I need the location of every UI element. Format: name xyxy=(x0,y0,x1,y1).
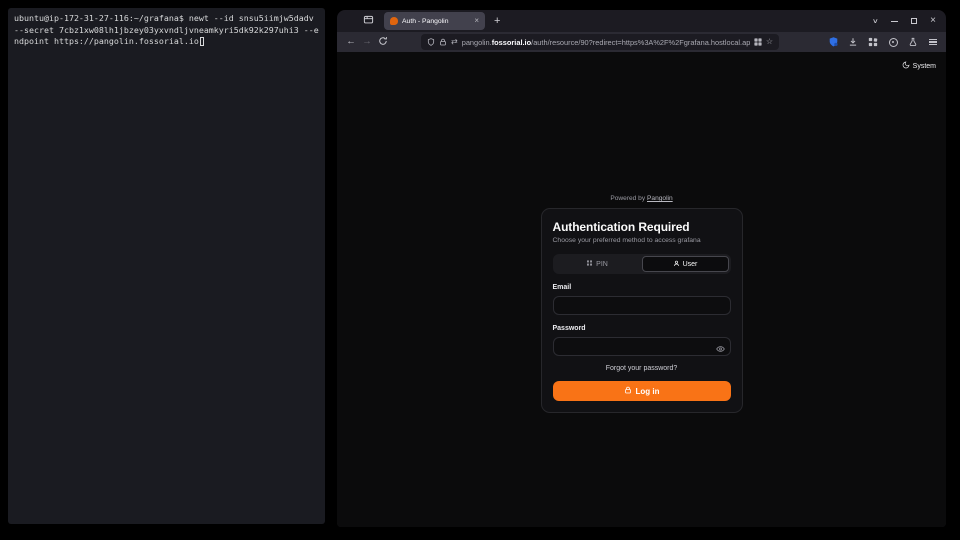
list-tabs-chevron-icon[interactable]: ∨ xyxy=(872,17,879,25)
tab-close-icon[interactable]: × xyxy=(474,17,479,25)
email-field[interactable] xyxy=(553,296,731,315)
bookmark-star-icon[interactable]: ☆ xyxy=(766,38,773,46)
lock-icon[interactable] xyxy=(439,38,447,46)
auth-card: Authentication Required Choose your pref… xyxy=(541,208,743,413)
moon-icon xyxy=(902,61,910,71)
terminal-line: --secret 7cbz1xw08lh1jbzey03yxvndljvneam… xyxy=(14,25,319,37)
keypad-icon xyxy=(586,260,593,269)
powered-by: Powered by Pangolin xyxy=(610,195,672,202)
terminal-line: ndpoint https://pangolin.fossorial.io xyxy=(14,36,319,48)
terminal-window[interactable]: ubuntu@ip-172-31-27-116:~/grafana$ newt … xyxy=(8,8,325,524)
menu-hamburger-icon[interactable] xyxy=(927,35,939,49)
downloads-icon[interactable] xyxy=(847,35,859,49)
terminal-line: ubuntu@ip-172-31-27-116:~/grafana$ newt … xyxy=(14,13,319,25)
browser-toolbar: ← → ⇄ pangolin.fossorial.io/auth/resourc… xyxy=(337,32,946,52)
firefox-view-button[interactable] xyxy=(359,13,377,29)
url-bar[interactable]: ⇄ pangolin.fossorial.io/auth/resource/90… xyxy=(421,34,779,50)
eye-icon xyxy=(716,341,725,356)
extensions-icon[interactable] xyxy=(867,35,879,49)
theme-toggle[interactable]: System xyxy=(902,61,936,71)
show-password-button[interactable] xyxy=(716,341,725,356)
auth-method-tabs: PIN User xyxy=(553,254,731,274)
page-content: System Powered by Pangolin Authenticatio… xyxy=(337,52,946,527)
containers-grid-icon[interactable] xyxy=(754,38,762,46)
tab-user[interactable]: User xyxy=(642,256,729,272)
pangolin-link[interactable]: Pangolin xyxy=(647,195,673,202)
flask-extension-icon[interactable] xyxy=(907,35,919,49)
theme-toggle-label: System xyxy=(913,63,936,70)
toolbar-extensions xyxy=(827,35,942,49)
terminal-cursor xyxy=(200,37,205,46)
firefox-view-icon xyxy=(363,12,374,30)
minimize-button[interactable] xyxy=(891,21,898,22)
tab-title: Auth - Pangolin xyxy=(402,18,470,25)
pangolin-favicon xyxy=(390,17,398,25)
user-icon xyxy=(673,260,680,269)
tab-bar: Auth - Pangolin × + ∨ × xyxy=(337,10,946,32)
maximize-button[interactable] xyxy=(911,18,917,24)
email-label: Email xyxy=(553,284,731,291)
back-button[interactable]: ← xyxy=(343,37,359,47)
browser-tab[interactable]: Auth - Pangolin × xyxy=(384,12,485,30)
window-controls: ∨ × xyxy=(873,16,941,26)
bitwarden-extension-icon[interactable] xyxy=(827,35,839,49)
window-close-button[interactable]: × xyxy=(930,16,936,26)
reload-button[interactable] xyxy=(375,36,391,49)
card-subtitle: Choose your preferred method to access g… xyxy=(553,237,731,244)
login-lock-icon xyxy=(624,386,632,396)
desktop: ubuntu@ip-172-31-27-116:~/grafana$ newt … xyxy=(0,0,960,540)
password-field[interactable] xyxy=(553,337,731,356)
password-label: Password xyxy=(553,325,731,332)
url-text: pangolin.fossorial.io/auth/resource/90?r… xyxy=(462,38,750,47)
swap-arrows-icon[interactable]: ⇄ xyxy=(451,38,458,46)
login-button[interactable]: Log in xyxy=(553,381,731,401)
tab-pin[interactable]: PIN xyxy=(555,256,640,272)
card-title: Authentication Required xyxy=(553,220,731,234)
new-tab-button[interactable]: + xyxy=(494,16,500,27)
extension-disc-icon[interactable] xyxy=(887,35,899,49)
forgot-password-link[interactable]: Forgot your password? xyxy=(553,365,731,372)
forward-button[interactable]: → xyxy=(359,37,375,47)
browser-window: Auth - Pangolin × + ∨ × ← → xyxy=(337,10,946,527)
shield-permissions-icon[interactable] xyxy=(427,38,435,46)
